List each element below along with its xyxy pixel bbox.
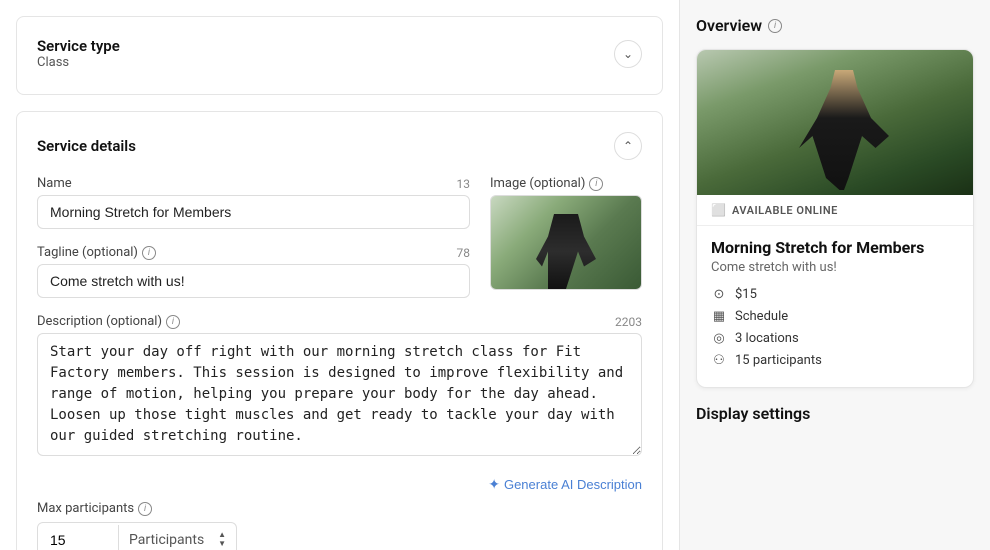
stepper-down-button[interactable]: ▼ [218, 540, 226, 548]
stepper-up-button[interactable]: ▲ [218, 531, 226, 539]
right-panel: Overview i ⬜ AVAILABLE ONLINE Morning St… [680, 0, 990, 550]
service-type-title: Service type [37, 37, 120, 55]
service-details-toggle[interactable]: ⌃ [614, 132, 642, 160]
service-type-toggle[interactable]: ⌄ [614, 40, 642, 68]
participants-unit-label: Participants [129, 532, 204, 548]
overview-info-icon[interactable]: i [768, 19, 782, 33]
image-col: Image (optional) i [490, 176, 642, 290]
service-type-section: Service type Class ⌄ [16, 16, 663, 95]
generate-ai-button[interactable]: ✦ Generate AI Description [488, 476, 642, 493]
chevron-down-icon: ⌄ [623, 47, 633, 61]
image-info-icon[interactable]: i [589, 177, 603, 191]
card-body: Morning Stretch for Members Come stretch… [697, 226, 973, 387]
image-upload-area[interactable] [490, 195, 642, 290]
name-label: Name [37, 176, 72, 191]
name-col: Name 13 Tagline (optional) i 78 [37, 176, 470, 314]
display-settings-title: Display settings [696, 404, 974, 423]
description-info-icon[interactable]: i [166, 315, 180, 329]
participants-input-row: Participants ▲ ▼ [37, 522, 237, 550]
overview-card: ⬜ AVAILABLE ONLINE Morning Stretch for M… [696, 49, 974, 388]
price-icon: ⊙ [711, 287, 727, 302]
tagline-info-icon[interactable]: i [142, 246, 156, 260]
service-details-title: Service details [37, 137, 136, 155]
card-service-name: Morning Stretch for Members [711, 238, 959, 257]
participants-icon: ⚇ [711, 353, 727, 368]
name-image-row: Name 13 Tagline (optional) i 78 [37, 176, 642, 314]
overview-title: Overview [696, 16, 762, 35]
name-input[interactable] [37, 195, 470, 229]
name-char-count: 13 [457, 177, 471, 191]
participants-stepper[interactable]: ▲ ▼ [218, 531, 226, 548]
max-participants-label: Max participants i [37, 501, 152, 516]
card-participants: 15 participants [735, 353, 822, 368]
available-badge: ⬜ AVAILABLE ONLINE [697, 195, 973, 226]
card-schedule: Schedule [735, 309, 788, 324]
max-participants-info-icon[interactable]: i [138, 502, 152, 516]
tagline-input[interactable] [37, 264, 470, 298]
image-label: Image (optional) i [490, 176, 603, 191]
max-participants-section: Max participants i Participants ▲ ▼ [37, 501, 642, 550]
card-preview-image [697, 50, 973, 195]
service-type-value: Class [37, 55, 120, 70]
available-badge-text: AVAILABLE ONLINE [732, 204, 838, 217]
card-participants-row: ⚇ 15 participants [711, 353, 959, 368]
card-schedule-row: ▦ Schedule [711, 309, 959, 324]
card-locations-row: ◎ 3 locations [711, 331, 959, 346]
monitor-icon: ⬜ [711, 203, 726, 217]
card-price: $15 [735, 287, 757, 302]
participants-label-area: Participants ▲ ▼ [119, 523, 236, 550]
description-label: Description (optional) i [37, 314, 180, 329]
service-details-section: Service details ⌃ Name 13 [16, 111, 663, 550]
service-details-form: Name 13 Tagline (optional) i 78 [37, 176, 642, 550]
overview-header: Overview i [696, 16, 974, 35]
card-tagline: Come stretch with us! [711, 260, 959, 275]
card-price-row: ⊙ $15 [711, 287, 959, 302]
description-field-group: Description (optional) i 2203 Start your… [37, 314, 642, 460]
participants-number-input[interactable] [38, 524, 118, 550]
tagline-field-group: Tagline (optional) i 78 [37, 245, 470, 298]
tagline-label: Tagline (optional) i [37, 245, 156, 260]
generate-ai-row: ✦ Generate AI Description [37, 476, 642, 493]
chevron-up-icon: ⌃ [623, 139, 633, 153]
name-field-group: Name 13 [37, 176, 470, 229]
sparkle-icon: ✦ [488, 476, 500, 493]
display-settings-section: Display settings [696, 404, 974, 423]
calendar-icon: ▦ [711, 309, 727, 324]
location-icon: ◎ [711, 331, 727, 346]
tagline-char-count: 78 [457, 246, 471, 260]
description-textarea[interactable]: Start your day off right with our mornin… [37, 333, 642, 456]
left-panel: Service type Class ⌄ Service details ⌃ [0, 0, 680, 550]
description-char-count: 2203 [615, 315, 642, 329]
card-locations: 3 locations [735, 331, 799, 346]
